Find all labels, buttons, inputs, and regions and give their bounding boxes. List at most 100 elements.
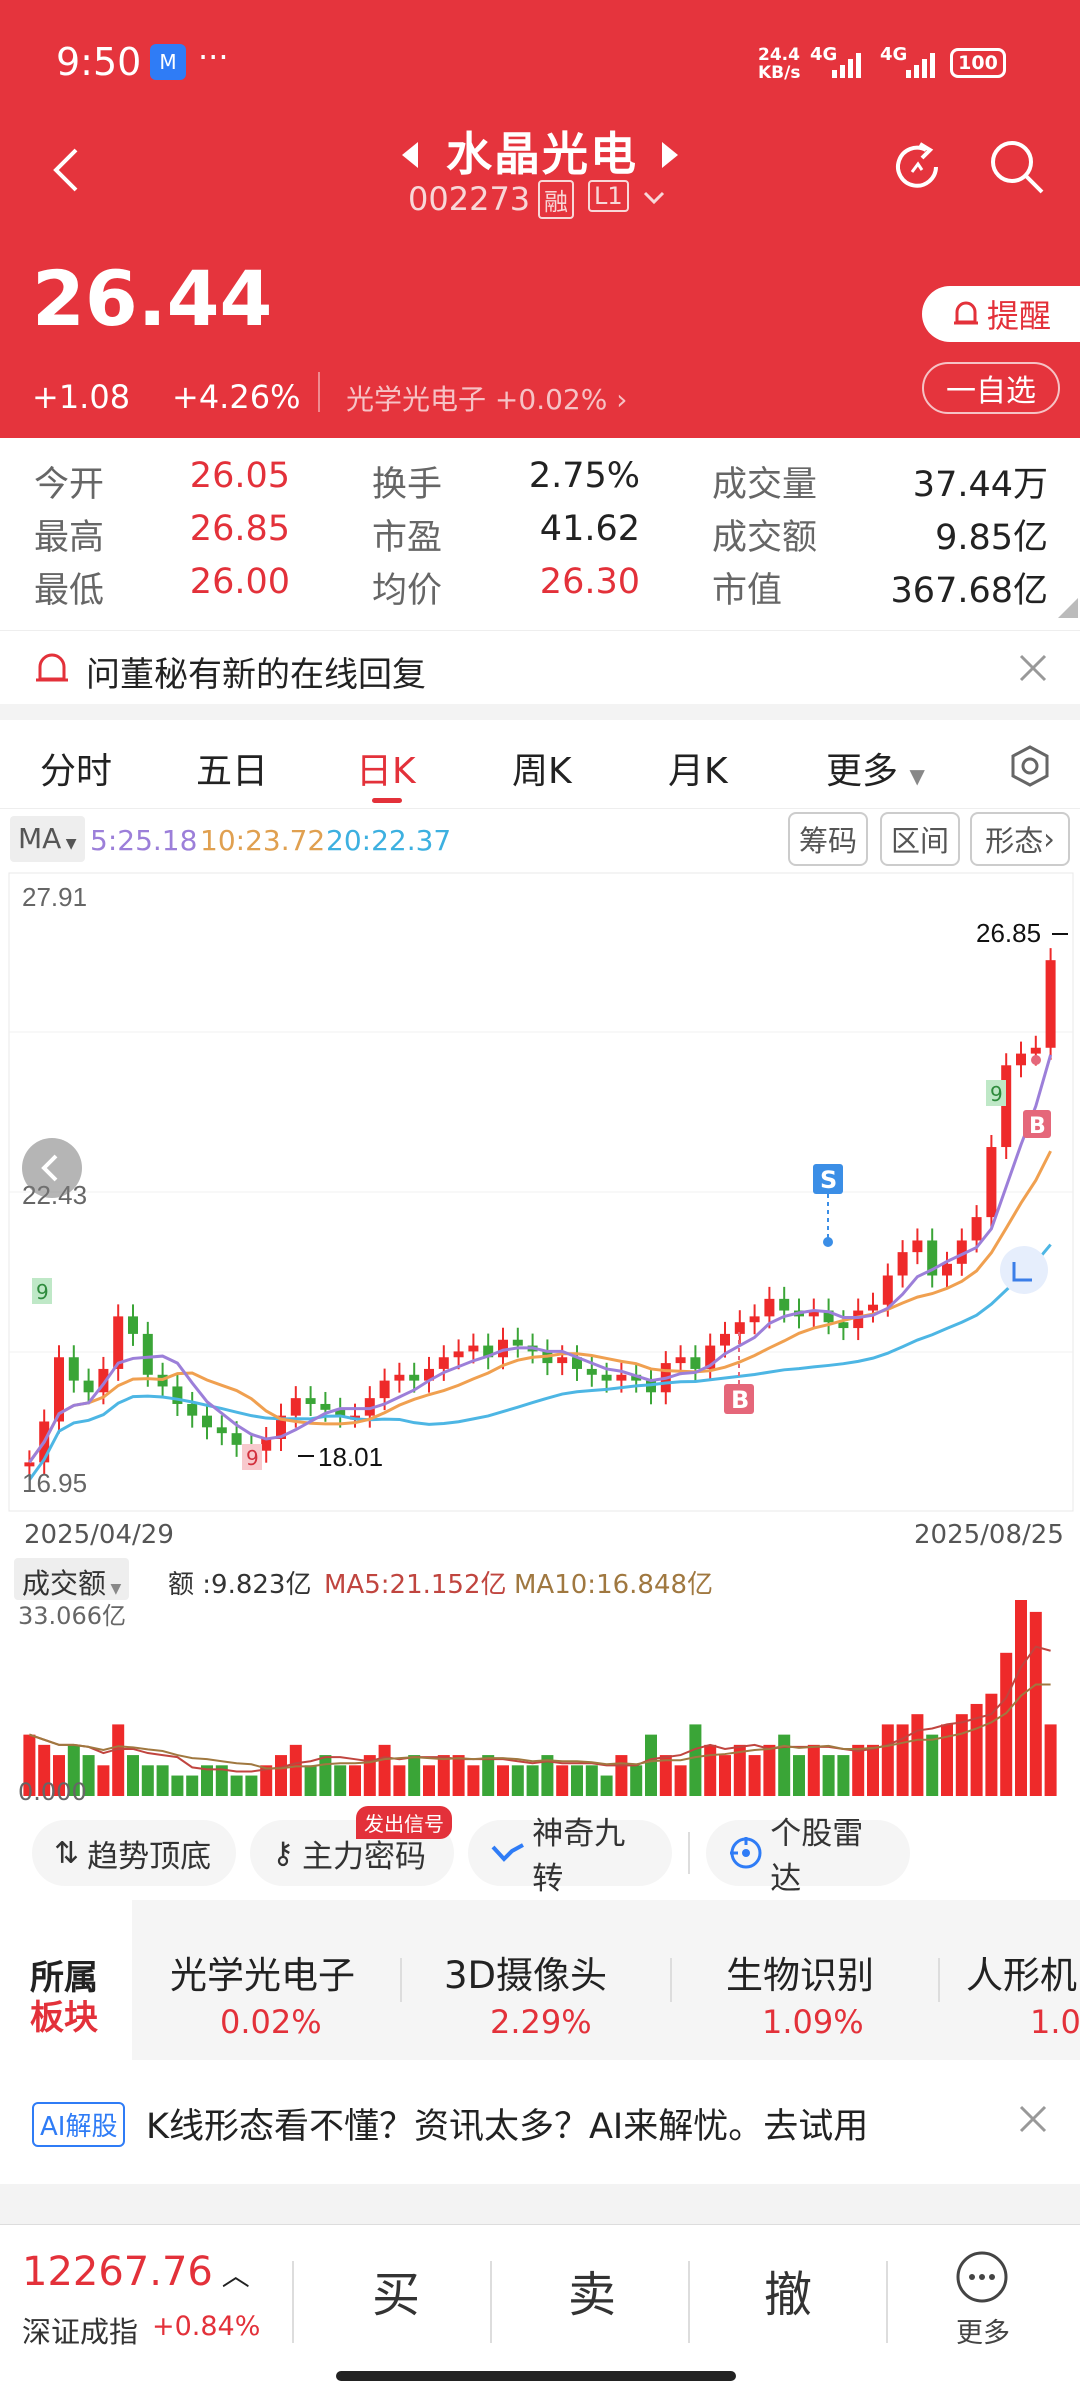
kline-candle (882, 1275, 893, 1305)
more-button[interactable]: 更多 (938, 2247, 1028, 2367)
quote-label: 最低 (34, 571, 105, 611)
current-price: 26.44 (32, 254, 273, 343)
volume-bar (763, 1744, 776, 1796)
buy-button[interactable]: 买 (372, 2255, 420, 2325)
ai-banner-text[interactable]: K线形态看不懂？资讯太多？AI来解忧。去试用 (146, 2098, 868, 2149)
kline-candle (764, 1298, 775, 1317)
notice-banner[interactable]: 问董秘有新的在线回复 (0, 630, 1080, 704)
volume-bar (778, 1734, 791, 1796)
settings-icon[interactable] (1008, 744, 1052, 788)
home-indicator (336, 2371, 736, 2381)
td-count-label: 9 (246, 1446, 259, 1470)
kline-candle (971, 1217, 982, 1241)
volume-bar (408, 1755, 421, 1796)
sector-item[interactable]: 人形机 1.03 (942, 1900, 1080, 2060)
close-icon[interactable] (1018, 2104, 1048, 2134)
notice-text: 问董秘有新的在线回复 (86, 655, 426, 695)
kline-candle (986, 1147, 997, 1218)
high-label: 26.85 (976, 918, 1041, 948)
sell-button[interactable]: 卖 (568, 2255, 616, 2325)
volume-bar (467, 1765, 480, 1796)
trend-top-bottom-button[interactable]: ⇅ 趋势顶底 (32, 1820, 236, 1886)
kline-candle (290, 1398, 301, 1416)
volume-bar (1029, 1611, 1042, 1796)
divider (318, 372, 320, 412)
range-button[interactable]: 区间 (880, 812, 960, 866)
key-icon: ⚷ (272, 1835, 294, 1871)
bottom-trade-bar: 12267.76 ︿ 深证成指 +0.84% 买 卖 撤 更多 (0, 2224, 1080, 2400)
sector-title-line2: 板块 (30, 1998, 98, 2038)
next-stock-icon[interactable] (658, 140, 680, 170)
tab-more[interactable]: 更多 ▼ (826, 742, 925, 794)
bell-icon (953, 301, 978, 325)
search-icon[interactable] (988, 138, 1046, 196)
tab-daily-k[interactable]: 日K (356, 742, 416, 794)
volume-bar (423, 1765, 435, 1796)
quote-label: 均价 (372, 571, 443, 611)
prev-stock-icon[interactable] (400, 140, 422, 170)
volume-bar (156, 1765, 169, 1796)
scroll-left-button[interactable] (22, 1138, 82, 1198)
volume-bar (289, 1744, 302, 1796)
sector-pct: 0.02% (220, 2003, 322, 2041)
pattern-button[interactable]: 形态 › (970, 812, 1070, 866)
stock-radar-button[interactable]: 个股雷达 (706, 1816, 910, 1897)
ma20-value: 20:22.37 (326, 824, 452, 857)
volume-bar (437, 1755, 450, 1796)
buy-signal-label: B (731, 1386, 749, 1414)
sector-item[interactable]: 光学光电子 0.02% (132, 1900, 400, 2060)
quote-label: 成交额 (712, 518, 818, 558)
volume-bar (585, 1765, 598, 1796)
kline-candle (675, 1357, 686, 1364)
volume-selector[interactable]: 成交额 ▼ (14, 1558, 130, 1600)
tab-intraday[interactable]: 分时 (40, 742, 112, 794)
divider (688, 2261, 690, 2343)
volume-bar (600, 1775, 613, 1796)
kline-candle (912, 1240, 923, 1253)
alert-button[interactable]: 提醒 (922, 286, 1080, 342)
kline-chart[interactable]: 27.91 22.43 16.95 26.85 18.01 S B B 9 9 … (8, 872, 1074, 1512)
chip-distribution-button[interactable]: 筹码 (788, 812, 868, 866)
ma10-value: 10:23.72 (200, 824, 326, 857)
cancel-order-button[interactable]: 撤 (764, 2255, 812, 2325)
back-icon[interactable] (48, 146, 84, 194)
expand-corner-icon[interactable] (1052, 596, 1080, 620)
quote-value: 37.44万 (912, 465, 1048, 505)
magic-nine-button[interactable]: 神奇九转 (468, 1816, 672, 1897)
date-end: 2025/08/25 (914, 1520, 1064, 1550)
close-icon[interactable] (1018, 653, 1048, 683)
kline-candle (305, 1398, 316, 1404)
tab-five-day[interactable]: 五日 (196, 742, 268, 794)
volume-bar (497, 1765, 509, 1796)
fullscreen-button[interactable] (1000, 1246, 1048, 1294)
signal-badge: 发出信号 (356, 1806, 452, 1839)
chevron-left-icon (41, 1154, 58, 1182)
refresh-icon[interactable] (888, 138, 946, 196)
volume-bar (955, 1714, 968, 1796)
volume-bar (704, 1744, 717, 1796)
volume-bar (852, 1744, 865, 1796)
sector-item[interactable]: 生物识别 1.09% (672, 1900, 940, 2060)
chevron-down-icon[interactable] (643, 190, 665, 206)
volume-bar (141, 1765, 154, 1796)
volume-bar (393, 1765, 406, 1796)
ai-badge: AI解股 (32, 2102, 126, 2147)
sector-link[interactable]: 光学光电子 +0.02% › (346, 378, 627, 418)
quote-label: 成交量 (712, 465, 818, 505)
kline-candle (749, 1316, 760, 1323)
watchlist-button[interactable]: 一自选 (922, 362, 1060, 414)
index-value[interactable]: 12267.76 ︿ (22, 2249, 250, 2295)
sector-name: 生物识别 (726, 1954, 874, 1997)
index-name: 深证成指 (22, 2315, 139, 2349)
volume-bar (630, 1765, 643, 1796)
sector-item[interactable]: 3D摄像头 2.29% (402, 1900, 670, 2060)
tab-weekly-k[interactable]: 周K (512, 742, 572, 794)
ma-selector[interactable]: MA ▼ (10, 816, 85, 862)
tab-monthly-k[interactable]: 月K (668, 742, 728, 794)
quote-value: 41.62 (539, 509, 640, 549)
buy-signal-dot (1031, 1055, 1041, 1065)
volume-bar (511, 1765, 524, 1796)
kline-candle (83, 1380, 94, 1393)
status-time: 9:50 (56, 40, 142, 84)
kline-candle (1016, 1053, 1026, 1066)
